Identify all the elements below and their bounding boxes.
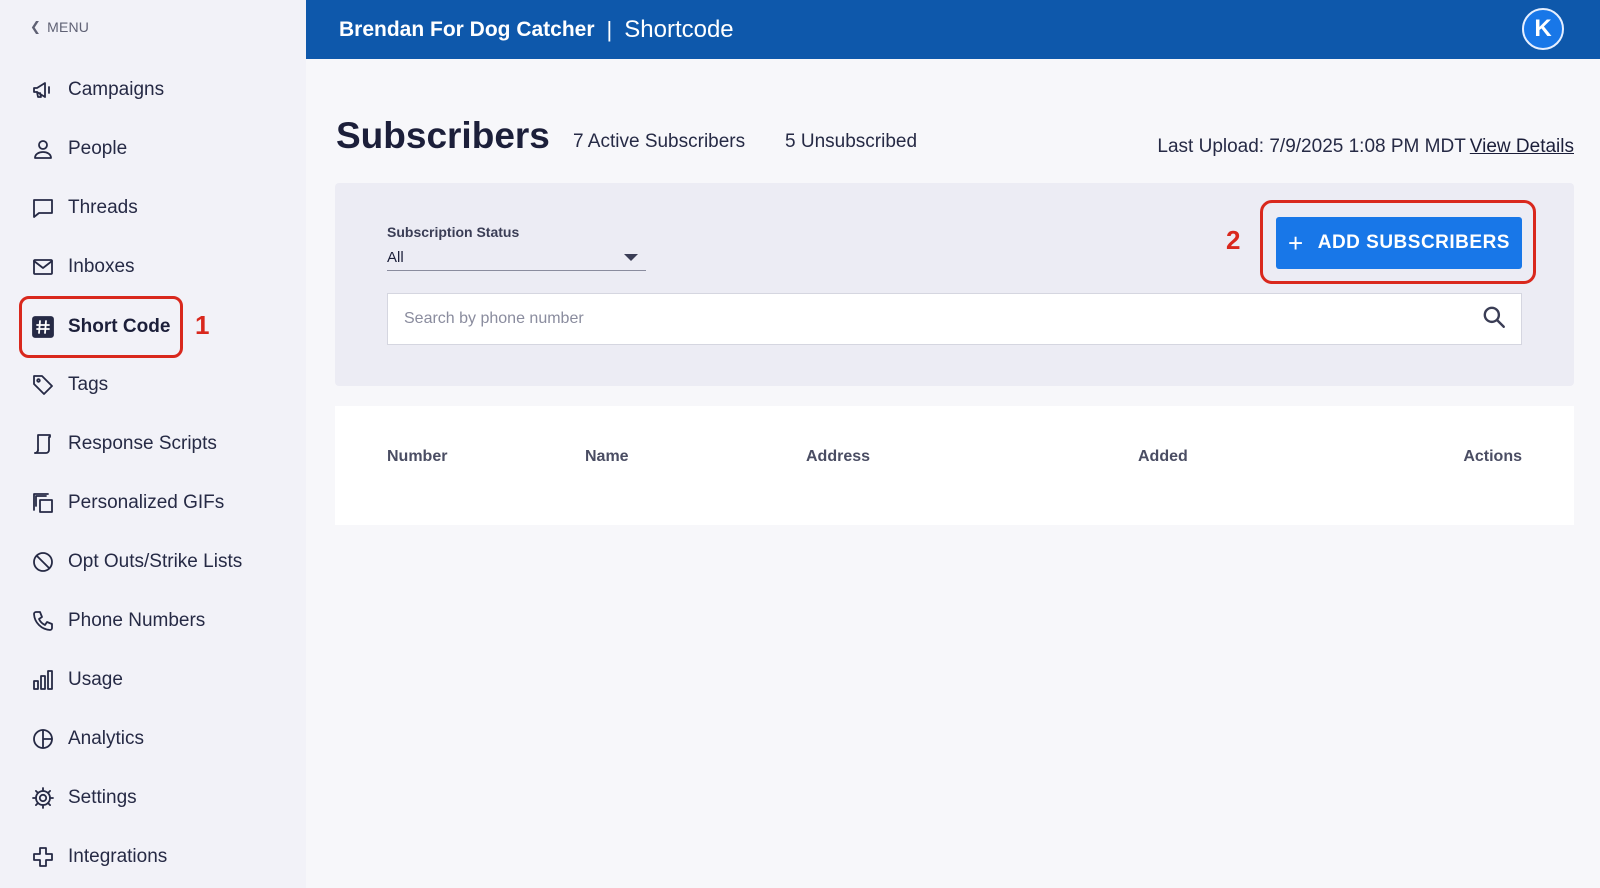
sidebar-item-phone-numbers[interactable]: Phone Numbers — [30, 604, 205, 638]
script-icon — [30, 431, 56, 457]
subscribers-table: Number Name Address Added Actions — [335, 406, 1574, 525]
gear-icon — [30, 785, 56, 811]
search-input[interactable] — [404, 310, 1404, 328]
sidebar-item-label: Analytics — [68, 728, 145, 749]
avatar[interactable]: K — [1522, 8, 1564, 50]
sidebar-item-label: People — [68, 138, 128, 159]
search-box — [387, 293, 1522, 345]
sidebar-item-label: Inboxes — [68, 256, 135, 277]
step-1-marker: 1 — [195, 310, 210, 340]
sidebar-item-label: Integrations — [68, 846, 168, 867]
phone-icon — [30, 608, 56, 634]
sidebar-item-label: Phone Numbers — [68, 610, 206, 631]
chevron-left-icon: ❮ — [30, 19, 42, 34]
sidebar-item-inboxes[interactable]: Inboxes — [30, 250, 135, 284]
envelope-icon — [30, 254, 56, 280]
sidebar-item-label: Opt Outs/Strike Lists — [68, 551, 243, 572]
sidebar-item-label: Tags — [68, 374, 109, 395]
sidebar-item-usage[interactable]: Usage — [30, 663, 123, 697]
sidebar-item-analytics[interactable]: Analytics — [30, 722, 144, 756]
sidebar-item-people[interactable]: People — [30, 132, 127, 166]
sidebar-item-label: Campaigns — [68, 79, 165, 100]
unsubscribed-count: 5 Unsubscribed — [785, 131, 918, 152]
column-header-actions: Actions — [1463, 448, 1522, 465]
header-separator: | — [606, 16, 613, 42]
add-subscribers-button[interactable]: + ADD SUBSCRIBERS — [1276, 217, 1522, 269]
column-header-name[interactable]: Name — [585, 448, 629, 466]
active-subscribers-count: 7 Active Subscribers — [573, 131, 746, 152]
plus-icon: + — [1288, 228, 1304, 258]
sidebar-item-label: Settings — [68, 787, 137, 808]
sidebar-item-label: Threads — [68, 197, 138, 218]
sidebar-item-personalized-gifs[interactable]: Personalized GIFs — [30, 486, 224, 520]
column-header-address[interactable]: Address — [806, 448, 870, 466]
column-header-added[interactable]: Added — [1138, 448, 1188, 466]
section-name: Shortcode — [624, 15, 734, 43]
tag-icon — [30, 372, 56, 398]
page-title: Subscribers — [336, 115, 550, 156]
column-header-number[interactable]: Number — [387, 448, 447, 466]
org-name: Brendan For Dog Catcher — [339, 17, 595, 41]
top-bar: Brendan For Dog Catcher | Shortcode K — [306, 0, 1600, 59]
sidebar-item-threads[interactable]: Threads — [30, 191, 138, 225]
filter-panel: Subscription Status All 2 + ADD SUBSCRIB… — [335, 183, 1574, 386]
sidebar-item-settings[interactable]: Settings — [30, 781, 137, 815]
megaphone-icon — [30, 77, 56, 103]
sidebar-item-label: Personalized GIFs — [68, 492, 225, 513]
sidebar: ❮ MENU Campaigns People Threads Inboxes … — [0, 0, 306, 888]
step-2-marker: 2 — [1226, 225, 1241, 255]
last-upload-info: Last Upload: 7/9/2025 1:08 PM MDT View De… — [1157, 136, 1574, 158]
sidebar-item-integrations[interactable]: Integrations — [30, 840, 167, 874]
sidebar-item-opt-outs[interactable]: Opt Outs/Strike Lists — [30, 545, 242, 579]
last-upload-text: Last Upload: 7/9/2025 1:08 PM MDT — [1157, 136, 1466, 157]
add-subscribers-label: ADD SUBSCRIBERS — [1317, 232, 1510, 253]
subscription-status-label: Subscription Status — [387, 224, 520, 240]
sidebar-item-label: Response Scripts — [68, 433, 217, 454]
subscription-status-select[interactable]: All — [387, 245, 646, 271]
chat-icon — [30, 195, 56, 221]
sidebar-item-response-scripts[interactable]: Response Scripts — [30, 427, 217, 461]
ban-icon — [30, 549, 56, 575]
sidebar-item-label: Usage — [68, 669, 123, 690]
menu-back-label: MENU — [47, 19, 90, 35]
menu-back-button[interactable]: ❮ MENU — [30, 19, 89, 35]
search-icon[interactable] — [1481, 304, 1507, 335]
subscription-status-value: All — [387, 249, 404, 266]
view-details-link[interactable]: View Details — [1470, 136, 1574, 157]
person-icon — [30, 136, 56, 162]
highlight-box — [19, 296, 183, 358]
caret-down-icon — [624, 254, 638, 261]
pie-chart-icon — [30, 726, 56, 752]
copy-icon — [30, 490, 56, 516]
sidebar-item-tags[interactable]: Tags — [30, 368, 108, 402]
sidebar-item-campaigns[interactable]: Campaigns — [30, 73, 164, 107]
bar-chart-icon — [30, 667, 56, 693]
puzzle-icon — [30, 844, 56, 870]
